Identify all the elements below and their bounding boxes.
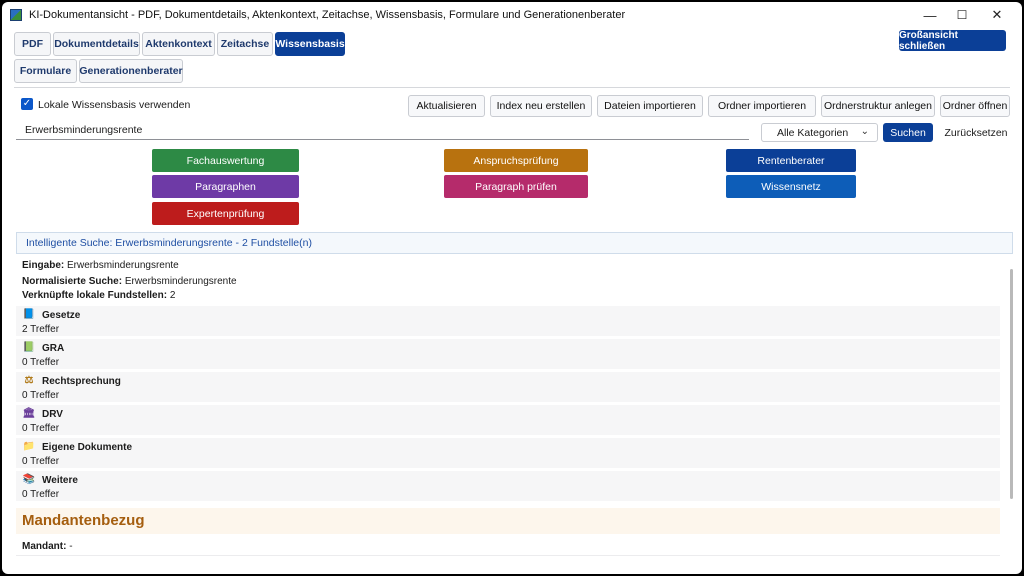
category-count: 0 Treffer: [22, 489, 60, 500]
category-count: 0 Treffer: [22, 423, 60, 434]
category-row-eigene-dokumente[interactable]: 📁 Eigene Dokumente 0 Treffer: [16, 438, 1000, 468]
tab-pdf[interactable]: PDF: [14, 32, 51, 56]
open-folder-button[interactable]: Ordner öffnen: [940, 95, 1010, 117]
category-select-value: Alle Kategorien: [777, 126, 849, 139]
client-line: Mandant: -: [22, 541, 73, 552]
input-label: Eingabe:: [22, 260, 65, 271]
minimize-button[interactable]: —: [913, 5, 947, 25]
category-name: DRV: [42, 408, 63, 420]
refresh-button[interactable]: Aktualisieren: [408, 95, 485, 117]
window-title: KI-Dokumentansicht - PDF, Dokumentdetail…: [29, 9, 626, 21]
client-section-title: Mandantenbezug: [22, 512, 145, 529]
fachauswertung-button[interactable]: Fachauswertung: [152, 149, 299, 172]
linked-line: Verknüpfte lokale Fundstellen: 2: [22, 290, 175, 301]
reset-button[interactable]: Zurücksetzen: [942, 123, 1010, 142]
paragraph-pruefen-button[interactable]: Paragraph prüfen: [444, 175, 588, 198]
green-book-icon: 📗: [22, 342, 36, 353]
tab-wissensbasis[interactable]: Wissensbasis: [275, 32, 345, 56]
category-name: Weitere: [42, 474, 78, 486]
search-input-underline: [16, 139, 749, 140]
scales-icon: ⚖: [24, 375, 34, 386]
app-window: KI-Dokumentansicht - PDF, Dokumentdetail…: [2, 2, 1022, 574]
results-scrollbar[interactable]: [1010, 269, 1013, 499]
category-name: Eigene Dokumente: [42, 441, 133, 453]
tab-aktenkontext[interactable]: Aktenkontext: [142, 32, 215, 56]
close-window-button[interactable]: ✕: [980, 5, 1014, 25]
normalized-label: Normalisierte Suche:: [22, 276, 123, 287]
category-select[interactable]: Alle Kategorien ⌄: [761, 123, 878, 142]
rentenberater-button[interactable]: Rentenberater: [726, 149, 856, 172]
tab-dokumentdetails[interactable]: Dokumentdetails: [53, 32, 140, 56]
input-line: Eingabe: Erwerbsminderungsrente: [22, 260, 179, 271]
tab-formulare[interactable]: Formulare: [14, 59, 77, 83]
tab-generationenberater[interactable]: Generationenberater: [79, 59, 183, 83]
category-row-drv[interactable]: 🏛 DRV 0 Treffer: [16, 405, 1000, 435]
rebuild-index-button[interactable]: Index neu erstellen: [490, 95, 592, 117]
category-name: Rechtsprechung: [42, 375, 121, 387]
blue-book-icon: 📘: [22, 309, 36, 320]
expertenpruefung-button[interactable]: Expertenprüfung: [152, 202, 299, 225]
wissensnetz-button[interactable]: Wissensnetz: [726, 175, 856, 198]
client-value: -: [69, 541, 73, 552]
category-row-gra[interactable]: 📗 GRA 0 Treffer: [16, 339, 1000, 369]
import-files-button[interactable]: Dateien importieren: [597, 95, 703, 117]
folder-icon: 📁: [22, 441, 36, 452]
tab-zeitachse[interactable]: Zeitachse: [217, 32, 273, 56]
close-fullscreen-button[interactable]: Großansicht schließen: [899, 30, 1006, 52]
category-row-weitere[interactable]: 📚 Weitere 0 Treffer: [16, 471, 1000, 501]
category-name: Gesetze: [42, 309, 81, 321]
paragraphen-button[interactable]: Paragraphen: [152, 175, 299, 198]
category-count: 0 Treffer: [22, 390, 60, 401]
institution-icon: 🏛: [22, 408, 36, 419]
client-label: Mandant:: [22, 541, 67, 552]
divider: [14, 87, 1010, 88]
input-value: Erwerbsminderungsrente: [67, 260, 179, 271]
books-icon: 📚: [22, 474, 36, 485]
import-folder-button[interactable]: Ordner importieren: [708, 95, 816, 117]
search-button[interactable]: Suchen: [883, 123, 933, 142]
search-input[interactable]: Erwerbsminderungsrente: [25, 124, 142, 136]
local-knowledge-checkbox[interactable]: ✓: [21, 98, 33, 110]
title-bar: KI-Dokumentansicht - PDF, Dokumentdetail…: [2, 2, 1022, 28]
linked-label: Verknüpfte lokale Fundstellen:: [22, 290, 168, 301]
linked-value: 2: [169, 290, 176, 301]
divider: [16, 555, 1000, 556]
category-row-rechtsprechung[interactable]: ⚖ Rechtsprechung 0 Treffer: [16, 372, 1000, 402]
normalized-value: Erwerbsminderungsrente: [124, 276, 237, 287]
anspruchspruefung-button[interactable]: Anspruchsprüfung: [444, 149, 588, 172]
category-count: 2 Treffer: [22, 324, 60, 335]
chevron-down-icon: ⌄: [860, 126, 869, 137]
app-icon: [10, 9, 22, 21]
normalized-line: Normalisierte Suche: Erwerbsminderungsre…: [22, 276, 237, 287]
create-folder-structure-button[interactable]: Ordnerstruktur anlegen: [821, 95, 935, 117]
maximize-button[interactable]: ☐: [945, 5, 979, 25]
search-result-header: Intelligente Suche: Erwerbsminderungsren…: [16, 232, 1013, 254]
client-section: Mandantenbezug: [16, 508, 1000, 534]
local-knowledge-label: Lokale Wissensbasis verwenden: [38, 99, 191, 111]
category-row-gesetze[interactable]: 📘 Gesetze 2 Treffer: [16, 306, 1000, 336]
category-count: 0 Treffer: [22, 357, 60, 368]
category-name: GRA: [42, 342, 65, 354]
category-count: 0 Treffer: [22, 456, 60, 467]
